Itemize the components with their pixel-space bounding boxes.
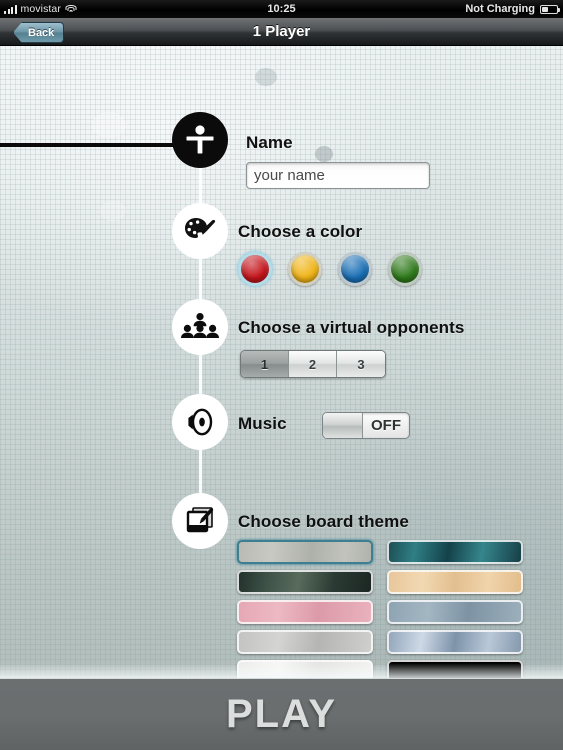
people-group-icon bbox=[172, 299, 228, 355]
opponents-option-3[interactable]: 3 bbox=[337, 351, 385, 377]
opponents-option-2[interactable]: 2 bbox=[289, 351, 337, 377]
opponents-segmented-control[interactable]: 123 bbox=[240, 350, 386, 378]
battery-icon bbox=[540, 4, 560, 14]
theme-swatch-blue-marble[interactable] bbox=[387, 630, 523, 654]
opponents-label: Choose a virtual opponents bbox=[238, 318, 465, 337]
color-swatch-yellow[interactable] bbox=[288, 252, 322, 286]
speaker-icon bbox=[172, 394, 228, 450]
music-toggle-knob[interactable] bbox=[323, 413, 363, 438]
person-icon bbox=[172, 112, 228, 168]
theme-swatch-dark-forest[interactable] bbox=[237, 570, 373, 594]
theme-swatch-light-wood[interactable] bbox=[387, 570, 523, 594]
color-swatch-blue[interactable] bbox=[338, 252, 372, 286]
navigation-bar: Back 1 Player bbox=[0, 18, 563, 46]
color-swatch-red[interactable] bbox=[238, 252, 272, 286]
play-button[interactable]: PLAY bbox=[0, 663, 563, 750]
music-toggle[interactable]: OFF bbox=[322, 412, 410, 439]
status-bar-clock: 10:25 bbox=[267, 3, 296, 15]
board-brush-icon bbox=[172, 493, 228, 549]
music-toggle-state: OFF bbox=[371, 417, 401, 434]
theme-swatch-teal-swirl[interactable] bbox=[387, 540, 523, 564]
page-title: 1 Player bbox=[252, 23, 311, 40]
settings-page: Name Choose a color bbox=[0, 46, 563, 750]
texture-blotch bbox=[255, 68, 277, 86]
texture-blotch bbox=[315, 146, 333, 162]
theme-swatch-gray-brushed[interactable] bbox=[237, 630, 373, 654]
texture-blotch bbox=[92, 112, 126, 138]
status-bar: movistar 10:25 Not Charging bbox=[0, 0, 563, 18]
theme-swatch-concrete-gray[interactable] bbox=[237, 540, 373, 564]
theme-swatch-pink-circuit[interactable] bbox=[237, 600, 373, 624]
name-label: Name bbox=[246, 133, 293, 152]
timeline-top-line bbox=[0, 143, 188, 147]
color-swatch-green[interactable] bbox=[388, 252, 422, 286]
palette-icon bbox=[172, 203, 228, 259]
color-swatch-list bbox=[238, 252, 422, 286]
app-screen: movistar 10:25 Not Charging Back 1 Playe… bbox=[0, 0, 563, 750]
name-input[interactable] bbox=[246, 162, 430, 189]
theme-swatch-blue-gravel[interactable] bbox=[387, 600, 523, 624]
opponents-option-1[interactable]: 1 bbox=[241, 351, 289, 377]
theme-label: Choose board theme bbox=[238, 512, 409, 531]
texture-blotch bbox=[100, 201, 126, 221]
color-label: Choose a color bbox=[238, 222, 363, 241]
play-button-label: PLAY bbox=[225, 692, 337, 736]
music-label: Music bbox=[238, 414, 287, 433]
